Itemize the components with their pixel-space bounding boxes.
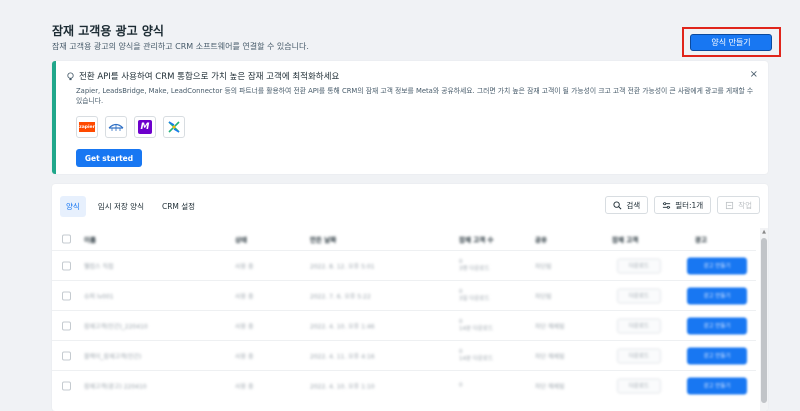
- row-status: 사용 중: [235, 383, 254, 390]
- leadconnector-logo-mark: [168, 121, 180, 133]
- row-leads: 0 14분 다운로드: [459, 318, 494, 332]
- search-button[interactable]: 검색: [605, 196, 649, 214]
- close-icon[interactable]: ×: [750, 69, 758, 80]
- row-sharing: 차단 해제됨: [535, 383, 565, 390]
- create-ad-button[interactable]: 광고 만들기: [687, 377, 747, 394]
- row-status: 사용 중: [235, 353, 254, 360]
- row-leads: 0: [459, 382, 463, 388]
- row-sharing: 차단됨: [535, 293, 552, 300]
- make-logo[interactable]: M: [134, 116, 156, 138]
- edit-icon: [726, 201, 734, 209]
- page-title: 잠재 고객용 광고 양식: [52, 24, 164, 38]
- lightbulb-icon: [67, 71, 74, 80]
- row-form-name[interactable]: 잠재고객(광고) 220410: [84, 381, 147, 390]
- row-created-date: 2022. 8. 12. 오후 5:01: [310, 263, 375, 270]
- table-row[interactable]: 잠재고객(인간)_220410 사용 중 2022. 4. 10. 오후 1:4…: [52, 310, 756, 340]
- download-button[interactable]: 다운로드: [617, 378, 661, 393]
- row-status: 사용 중: [235, 323, 254, 330]
- create-ad-button[interactable]: 광고 만들기: [687, 287, 747, 304]
- row-form-name[interactable]: 블랙이_잠재고객(인간): [84, 351, 141, 360]
- zapier-logo[interactable]: zapier: [76, 116, 98, 138]
- row-form-name[interactable]: 웰컴스 직접: [84, 261, 114, 270]
- row-sharing: 차단 해제됨: [535, 353, 565, 360]
- row-form-name[interactable]: 슈퍼 lv001: [84, 291, 114, 300]
- table-row[interactable]: 잠재고객(광고) 220410 사용 중 2022. 4. 10. 오후 1:1…: [52, 370, 756, 400]
- row-created-date: 2022. 4. 10. 오후 1:46: [310, 323, 375, 330]
- row-checkbox[interactable]: [62, 321, 71, 330]
- column-header-name[interactable]: 이름: [84, 234, 96, 244]
- column-header-download: 잠재 고객: [612, 236, 639, 244]
- row-checkbox[interactable]: [62, 381, 71, 390]
- form-tabs: 양식 임시 저장 양식 CRM 설정: [60, 196, 201, 217]
- row-checkbox[interactable]: [62, 261, 71, 270]
- download-button[interactable]: 다운로드: [617, 348, 661, 363]
- create-ad-button[interactable]: 광고 만들기: [687, 347, 747, 364]
- row-checkbox[interactable]: [62, 291, 71, 300]
- row-leads: 0 3일 다운로드: [459, 288, 490, 302]
- row-form-name[interactable]: 잠재고객(인간)_220410: [84, 321, 148, 330]
- row-sharing: 차단됨: [535, 263, 552, 270]
- row-leads: 0 3명 다운로드: [459, 258, 490, 272]
- table-row[interactable]: 웰컴스 직접 사용 중 2022. 8. 12. 오후 5:01 0 3명 다운로…: [52, 250, 756, 280]
- column-header-sharing[interactable]: 공유: [535, 234, 547, 244]
- row-created-date: 2022. 4. 11. 오후 4:16: [310, 353, 375, 360]
- table-toolbar: 검색 필터:1개 작업: [605, 196, 760, 214]
- create-ad-button[interactable]: 광고 만들기: [687, 317, 747, 334]
- search-label: 검색: [626, 200, 641, 210]
- zapier-logo-mark: zapier: [79, 122, 95, 132]
- create-ad-button[interactable]: 광고 만들기: [687, 257, 747, 274]
- leadsbridge-logo-mark: [108, 123, 124, 131]
- column-header-leads[interactable]: 잠재 고객 수: [459, 234, 493, 244]
- tab-crm-settings[interactable]: CRM 설정: [156, 196, 201, 217]
- row-sharing: 차단 해제됨: [535, 323, 565, 330]
- table-scrollbar[interactable]: ▲: [760, 228, 768, 411]
- actions-button[interactable]: 작업: [717, 196, 760, 214]
- download-button[interactable]: 다운로드: [617, 258, 661, 273]
- make-logo-mark: M: [138, 120, 152, 134]
- column-header-status[interactable]: 상태: [235, 234, 247, 244]
- search-icon: [613, 200, 622, 209]
- table-header: 이름 상태 만든 날짜 잠재 고객 수 공유 잠재 고객 광고: [52, 228, 756, 250]
- actions-label: 작업: [738, 200, 752, 210]
- row-leads: 0 14분 다운로드: [459, 348, 494, 362]
- banner-title: 전환 API를 사용하여 CRM 통합으로 가치 높은 잠재 고객에 최적화하세…: [79, 72, 340, 82]
- column-header-date[interactable]: 만든 날짜: [310, 234, 336, 244]
- row-status: 사용 중: [235, 293, 254, 300]
- row-status: 사용 중: [235, 263, 254, 270]
- scroll-up-arrow-icon[interactable]: ▲: [760, 228, 768, 236]
- filter-icon: [663, 201, 671, 209]
- banner-description: Zapier, LeadsBridge, Make, LeadConnector…: [76, 87, 754, 105]
- select-all-checkbox[interactable]: [62, 234, 71, 244]
- download-button[interactable]: 다운로드: [617, 288, 661, 303]
- column-header-ads: 광고: [695, 236, 707, 244]
- table-row[interactable]: 블랙이_잠재고객(인간) 사용 중 2022. 4. 11. 오후 4:16 0…: [52, 340, 756, 370]
- row-created-date: 2022. 7. 6. 오후 5:22: [310, 293, 371, 300]
- download-button[interactable]: 다운로드: [617, 318, 661, 333]
- leadconnector-logo[interactable]: [163, 116, 185, 138]
- leadsbridge-logo[interactable]: [105, 116, 127, 138]
- partner-logos: zapier M: [76, 116, 185, 138]
- row-created-date: 2022. 4. 10. 오후 1:10: [310, 383, 375, 390]
- crm-integration-banner: 전환 API를 사용하여 CRM 통합으로 가치 높은 잠재 고객에 최적화하세…: [52, 61, 768, 174]
- page-subtitle: 잠재 고객용 광고의 양식을 관리하고 CRM 소프트웨어를 연결할 수 있습니…: [52, 42, 309, 51]
- page-header: 잠재 고객용 광고 양식 잠재 고객용 광고의 양식을 관리하고 CRM 소프트…: [52, 22, 772, 52]
- tab-draft-forms[interactable]: 임시 저장 양식: [92, 196, 150, 217]
- table-row[interactable]: 슈퍼 lv001 사용 중 2022. 7. 6. 오후 5:22 0 3일 다운…: [52, 280, 756, 310]
- forms-table-card: 양식 임시 저장 양식 CRM 설정 검색 필터:1개 작업 이름 상태 만든 …: [52, 184, 768, 411]
- tab-forms[interactable]: 양식: [60, 196, 86, 217]
- create-form-highlight: 양식 만들기: [682, 27, 781, 57]
- get-started-button[interactable]: Get started: [76, 149, 142, 167]
- filter-label: 필터:1개: [675, 200, 704, 210]
- filter-button[interactable]: 필터:1개: [654, 196, 712, 214]
- create-form-button[interactable]: 양식 만들기: [690, 34, 772, 51]
- scroll-thumb[interactable]: [761, 238, 767, 403]
- row-checkbox[interactable]: [62, 351, 71, 360]
- banner-title-row: 전환 API를 사용하여 CRM 통합으로 가치 높은 잠재 고객에 최적화하세…: [66, 70, 339, 82]
